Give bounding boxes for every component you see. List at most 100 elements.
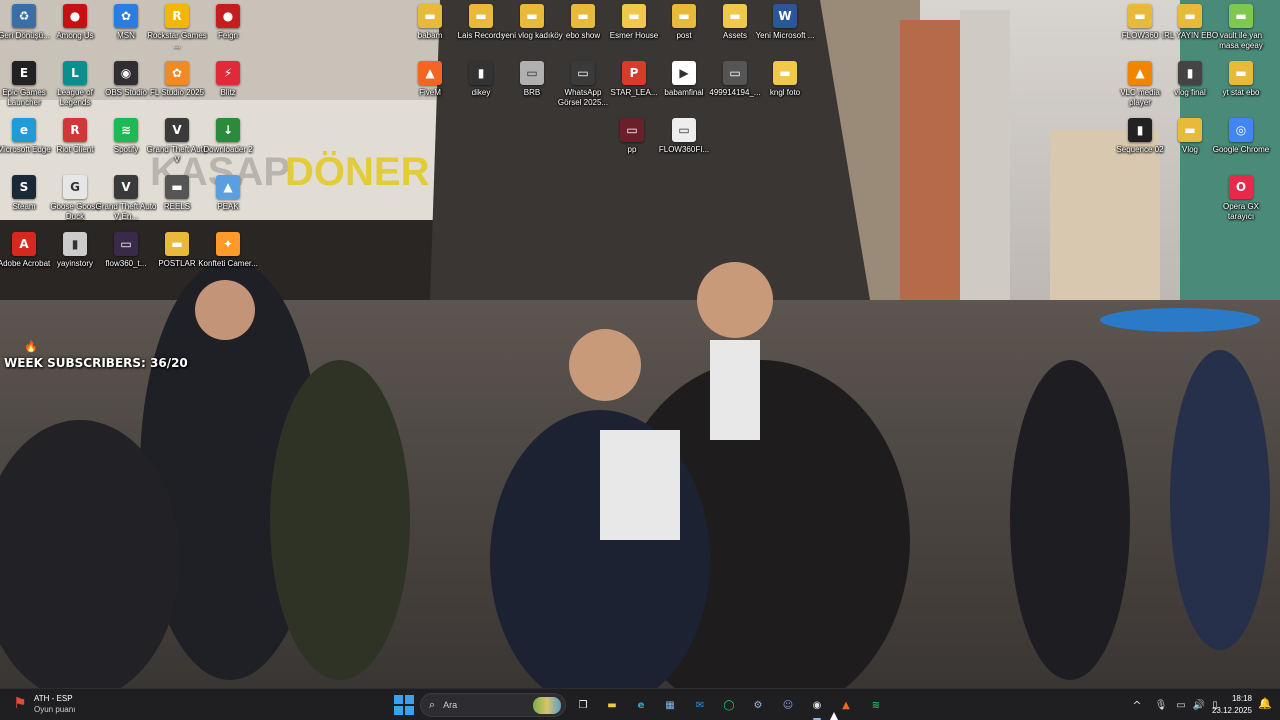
desktop-icon-label: Opera GX tarayıcı <box>1222 202 1259 221</box>
taskbar-clock[interactable]: 18:18 23.12.2025 <box>1212 693 1252 717</box>
desktop-icon[interactable]: ↓ Downloader 2 <box>200 118 256 155</box>
desktop-icon-label: Google Chrome <box>1212 145 1270 154</box>
riot-client-icon: R <box>63 118 87 142</box>
microphone-icon[interactable]: 🎙 <box>1150 700 1172 711</box>
opera-gx-icon: O <box>1229 175 1253 199</box>
fivem-icon: ▲ <box>418 61 442 85</box>
desktop-icon[interactable]: ▭ WhatsApp Görsel 2025... <box>555 61 611 108</box>
search-highlight-icon <box>533 697 561 714</box>
outlook-icon: ✉ <box>695 699 705 711</box>
desktop-icon[interactable]: ▭ FLOW360FI... <box>656 118 712 155</box>
folder-icon: ▬ <box>418 4 442 28</box>
recycle-bin-icon: ♻ <box>12 4 36 28</box>
peak-icon: ▲ <box>216 175 240 199</box>
folder-icon: ▬ <box>1178 118 1202 142</box>
folder-icon: ▬ <box>1229 61 1253 85</box>
chevron-up-icon[interactable]: ^ <box>1130 699 1144 712</box>
weather-widget[interactable]: ⚑ ATH - ESP Oyun puanı <box>10 693 75 715</box>
taskbar-app-edge[interactable]: e <box>629 693 653 717</box>
desktop-icon-label: Konfteti Camer... <box>198 259 258 268</box>
obs-studio-icon: ◉ <box>114 61 138 85</box>
desktop-icon-label: Feign <box>217 31 238 40</box>
windows-logo-icon <box>394 695 403 704</box>
week-subscribers-overlay: WEEK SUBSCRIBERS: 36/20 <box>4 356 188 370</box>
discord-icon: ☺ <box>782 699 794 711</box>
desktop-icon[interactable]: L League of Legends <box>47 61 103 108</box>
taskbar-app-file-explorer[interactable]: ▬ <box>600 693 624 717</box>
desktop-icon[interactable]: ⚡ Blitz <box>200 61 256 98</box>
desktop-icon[interactable]: ▲ PEAK <box>200 175 256 212</box>
widget-title: ATH - ESP <box>34 694 73 703</box>
desktop-icon[interactable]: ▬ vault ile yan masa egeay <box>1213 4 1269 51</box>
gear-icon: ⚙ <box>753 699 763 711</box>
desktop-icon[interactable]: ● Feign <box>200 4 256 41</box>
mouse-cursor-icon <box>830 712 838 720</box>
taskbar-app-whatsapp[interactable]: ◯ <box>717 693 741 717</box>
fivem-icon: ▲ <box>842 699 850 711</box>
desktop-icon[interactable]: ▲ VLC media player <box>1112 61 1168 108</box>
flame-icon: 🔥 <box>24 341 38 353</box>
desktop-icon[interactable]: ▬ kngl foto <box>757 61 813 98</box>
start-button[interactable] <box>394 695 414 715</box>
desktop-icon[interactable]: V Grand Theft Auto V <box>147 118 207 165</box>
widget-subtitle: Oyun puanı <box>34 705 76 714</box>
clock-time: 18:18 <box>1231 694 1252 703</box>
folder-icon: ▬ <box>571 4 595 28</box>
desktop-icon-label: Yeni Microsoft ... <box>755 31 815 40</box>
svg-text:DÖNER: DÖNER <box>285 149 430 194</box>
desktop-icon[interactable]: ✦ Konfteti Camer... <box>198 232 258 269</box>
feign-icon: ● <box>216 4 240 28</box>
desktop-icon-label: PEAK <box>217 202 239 211</box>
edge-icon: e <box>637 699 645 711</box>
desktop-icon[interactable]: R Rockstar Games ... <box>147 4 207 51</box>
folder-icon: ▬ <box>165 232 189 256</box>
desktop-icon[interactable]: ▬ yt stat ebo <box>1213 61 1269 98</box>
taskbar-app-microsoft-store[interactable]: ▦ <box>658 693 682 717</box>
gta-icon: V <box>165 118 189 142</box>
rockstar-icon: R <box>165 4 189 28</box>
among-us-icon: ● <box>63 4 87 28</box>
folder-icon: ▬ <box>672 4 696 28</box>
folder-icon: ▬ <box>607 699 617 711</box>
desktop-icon[interactable]: ◎ Google Chrome <box>1213 118 1269 155</box>
taskbar-app-outlook[interactable]: ✉ <box>688 693 712 717</box>
image-file-icon: ▭ <box>520 61 544 85</box>
folder-icon: ▬ <box>1128 4 1152 28</box>
word-document-icon: W <box>773 4 797 28</box>
desktop-icon-label: Downloader 2 <box>203 145 253 154</box>
desktop-icon-label: yt stat ebo <box>1222 88 1260 97</box>
taskbar-app-spotify[interactable]: ≋ <box>864 693 888 717</box>
desktop-icon[interactable]: W Yeni Microsoft ... <box>755 4 815 41</box>
taskbar-app-settings-app[interactable]: ⚙ <box>746 693 770 717</box>
spotify-icon: ≋ <box>871 699 881 711</box>
folder-icon: ▬ <box>1229 4 1253 28</box>
volume-icon[interactable]: 🔊 <box>1190 700 1208 711</box>
taskbar-search-box[interactable]: ⌕ Ara <box>420 693 566 717</box>
desktop-icon-label: vault ile yan masa egeay <box>1219 31 1263 50</box>
windows-logo-icon <box>405 706 414 715</box>
desktop-icon[interactable]: O Opera GX tarayıcı <box>1213 175 1269 222</box>
search-placeholder: Ara <box>443 700 458 710</box>
folder-icon: ▬ <box>723 4 747 28</box>
image-file-icon: ▭ <box>723 61 747 85</box>
taskbar-app-discord[interactable]: ☺ <box>776 693 800 717</box>
desktop-icon[interactable]: ▭ pp <box>604 118 660 155</box>
video-file-icon: ▮ <box>1178 61 1202 85</box>
taskbar-app-obs-studio[interactable]: ◉ <box>805 693 829 720</box>
task-view-icon: ❐ <box>578 699 588 711</box>
image-file-icon: ▭ <box>620 118 644 142</box>
steam-icon: S <box>12 175 36 199</box>
pdf-file-icon: P <box>622 61 646 85</box>
downloader-icon: ↓ <box>216 118 240 142</box>
taskbar-app-task-view[interactable]: ❐ <box>571 693 595 717</box>
network-icon[interactable]: ▭ <box>1172 700 1190 711</box>
folder-icon: ▬ <box>622 4 646 28</box>
desktop-icon-label: kngl foto <box>769 88 801 97</box>
folder-icon: ▬ <box>469 4 493 28</box>
notification-bell-icon[interactable]: 🔔 <box>1258 697 1272 710</box>
fl-studio-icon: ✿ <box>165 61 189 85</box>
blitz-icon: ⚡ <box>216 61 240 85</box>
desktop-icon[interactable]: V Grand Theft Auto V En... <box>96 175 156 222</box>
folder-icon: ▬ <box>1178 4 1202 28</box>
search-icon: ⌕ <box>429 698 436 711</box>
